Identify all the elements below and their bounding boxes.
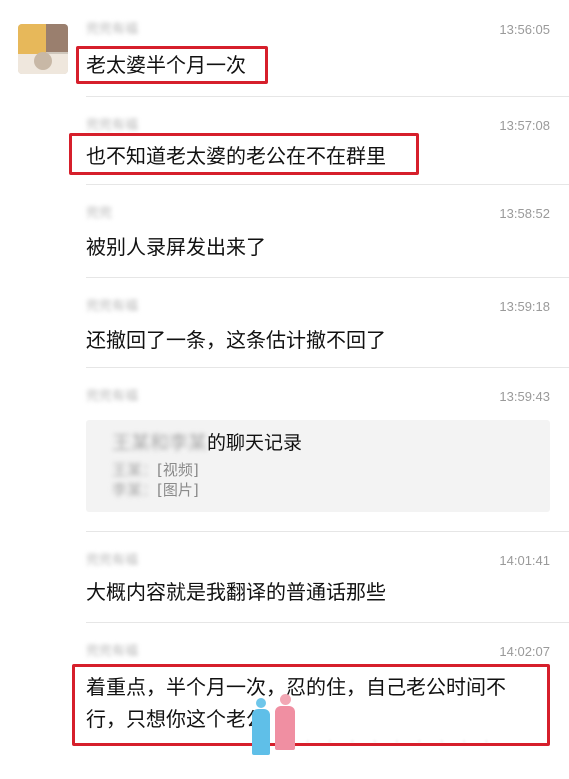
message-timestamp: 13:59:18 — [499, 299, 550, 314]
card-line-value: [图片] — [157, 481, 199, 499]
message-timestamp: 13:59:43 — [499, 389, 550, 404]
sender-name[interactable]: 兜兜有福 — [86, 551, 166, 571]
chat-record-card[interactable]: 王某和李某的聊天记录 王某：[视频] 李某：[图片] — [86, 420, 550, 512]
chat-message-list: 兜兜有福 13:56:05 老太婆半个月一次 兜兜有福 13:57:08 也不知… — [0, 0, 569, 779]
card-line: 李某：[图片] — [112, 480, 199, 500]
message-timestamp: 13:56:05 — [499, 22, 550, 37]
highlight-box — [72, 664, 550, 746]
sender-name[interactable]: 兜兜有福 — [86, 297, 166, 317]
divider — [86, 622, 569, 623]
message-timestamp: 14:01:41 — [499, 553, 550, 568]
sender-name[interactable]: 兜兜 — [86, 204, 166, 224]
card-line-value: [视频] — [157, 461, 199, 479]
watermark-dots: · · · · · · · · · — [306, 737, 497, 748]
card-line: 王某：[视频] — [112, 460, 199, 480]
card-title: 王某和李某的聊天记录 — [112, 430, 302, 456]
message-text: 被别人录屏发出来了 — [86, 235, 266, 259]
divider — [86, 184, 569, 185]
watermark-figures-icon — [246, 692, 306, 756]
message-timestamp: 13:57:08 — [499, 118, 550, 133]
card-line-name: 李某： — [112, 481, 158, 499]
sender-name[interactable]: 兜兜有福 — [86, 387, 166, 407]
sender-name[interactable]: 兜兜有福 — [86, 20, 166, 40]
divider — [86, 96, 569, 97]
divider — [86, 277, 569, 278]
highlight-box — [76, 46, 268, 84]
avatar[interactable] — [18, 24, 68, 74]
sender-name[interactable]: 兜兜有福 — [86, 642, 166, 662]
message-text: 大概内容就是我翻译的普通话那些 — [86, 580, 386, 604]
card-title-text: 的聊天记录 — [207, 432, 303, 454]
message-timestamp: 13:58:52 — [499, 206, 550, 221]
message-timestamp: 14:02:07 — [499, 644, 550, 659]
divider — [86, 531, 569, 532]
card-title-blurred: 王某和李某 — [112, 432, 208, 454]
highlight-box — [69, 133, 419, 175]
divider — [86, 367, 569, 368]
card-line-name: 王某： — [112, 461, 158, 479]
message-text: 还撤回了一条，这条估计撤不回了 — [86, 328, 386, 352]
